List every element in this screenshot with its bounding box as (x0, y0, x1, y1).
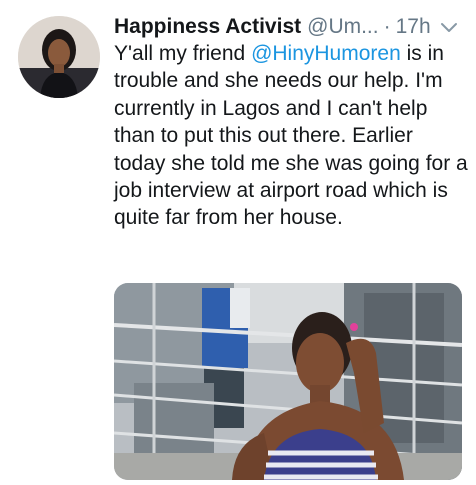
author-handle[interactable]: @Um... (307, 15, 378, 39)
tweet-text-part: is in trouble and she needs our help. I'… (114, 42, 468, 230)
photo-image (114, 283, 462, 480)
header-separator: · (383, 15, 391, 38)
tweet-text: Y'all my friend @HinyHumoren is in troub… (114, 40, 469, 232)
chevron-down-icon[interactable] (438, 17, 460, 39)
tweet-header: Happiness Activist @Um... · 17h (114, 10, 466, 44)
tweet-photo[interactable] (114, 283, 462, 480)
tweet-card[interactable]: Happiness Activist @Um... · 17h Y'all my… (0, 0, 476, 485)
mention-link[interactable]: @HinyHumoren (251, 42, 401, 65)
tweet-timestamp[interactable]: 17h (396, 15, 431, 39)
avatar-photo (18, 16, 100, 98)
author-display-name[interactable]: Happiness Activist (114, 15, 301, 39)
author-avatar[interactable] (18, 16, 100, 98)
tweet-text-part: Y'all my friend (114, 42, 252, 65)
